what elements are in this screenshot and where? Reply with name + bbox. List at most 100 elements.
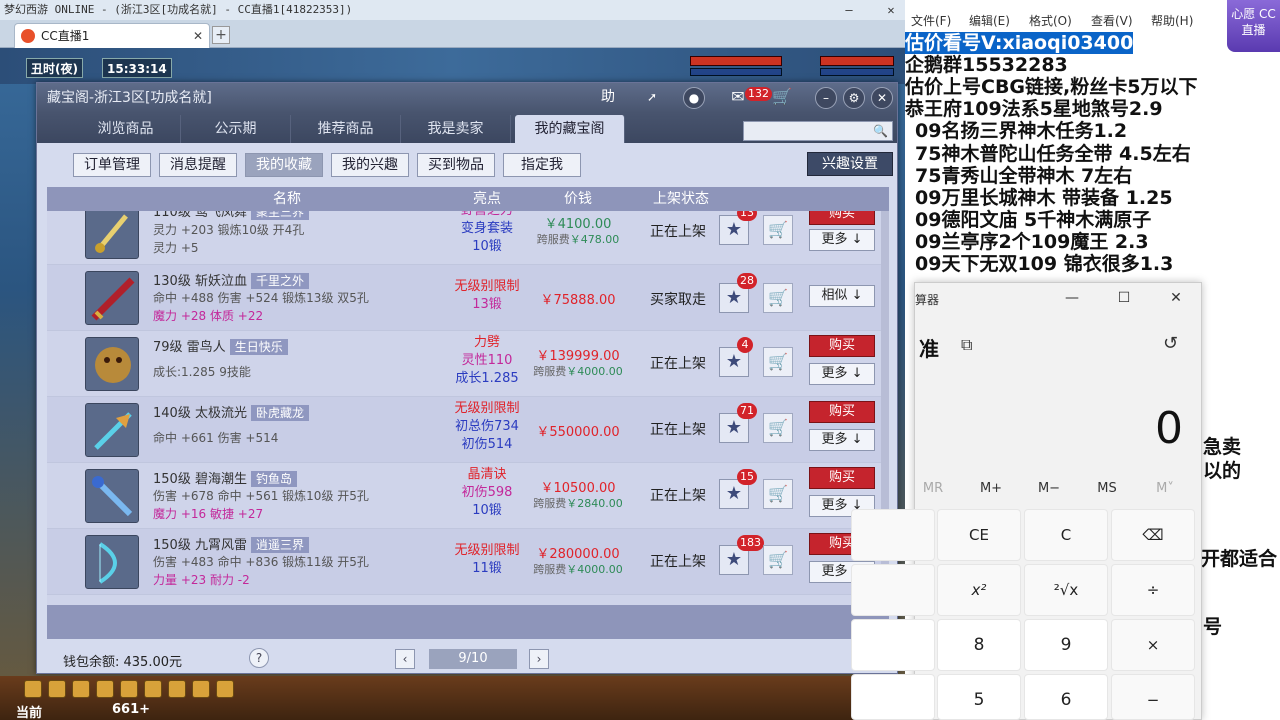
next-page-button[interactable]: ›	[529, 649, 549, 669]
digit-8-key[interactable]: 8	[937, 619, 1021, 671]
minimize-button[interactable]: —	[838, 0, 860, 20]
buy-button[interactable]: 购买	[809, 335, 875, 357]
calc-key[interactable]	[851, 509, 935, 561]
tab-recommend[interactable]: 推荐商品	[291, 115, 401, 143]
more-button[interactable]: 更多 ↓	[809, 363, 875, 385]
notepad-line[interactable]: 09天下无双109 锦衣很多1.3	[915, 253, 1173, 275]
browser-tab[interactable]: CC直播1 ✕	[14, 23, 210, 48]
new-tab-button[interactable]: +	[212, 26, 230, 44]
message-reminder-button[interactable]: 消息提醒	[159, 153, 237, 177]
notepad-line[interactable]: 恭王府109法系5星地煞号2.9	[905, 98, 1163, 120]
cart-icon[interactable]: 🛒	[771, 87, 793, 109]
channel-label[interactable]: 当前	[16, 702, 42, 720]
digit-9-key[interactable]: 9	[1024, 619, 1108, 671]
calc-key[interactable]	[851, 564, 935, 616]
calc-mode-label[interactable]: 准	[919, 333, 939, 362]
tab-close-icon[interactable]: ✕	[193, 24, 203, 48]
history-icon[interactable]: ↺	[1163, 333, 1178, 354]
prev-page-button[interactable]: ‹	[395, 649, 415, 669]
cart-icon[interactable]: 🛒	[763, 283, 793, 313]
calc-maximize-button[interactable]: ☐	[1109, 287, 1139, 309]
tab-browse[interactable]: 浏览商品	[71, 115, 181, 143]
buy-button[interactable]: 购买	[809, 401, 875, 423]
toolbar-team-icon[interactable]	[192, 680, 210, 698]
order-management-button[interactable]: 订单管理	[73, 153, 151, 177]
toolbar-menu-icon[interactable]	[216, 680, 234, 698]
help-button[interactable]: 助	[597, 87, 619, 109]
buy-button[interactable]: 购买	[809, 211, 875, 225]
subtract-key[interactable]: −	[1111, 674, 1195, 720]
minimize-icon[interactable]: –	[815, 87, 837, 109]
search-input[interactable]: 🔍	[743, 121, 893, 141]
similar-button[interactable]: 相似 ↓	[809, 285, 875, 307]
more-button[interactable]: 更多 ↓	[809, 429, 875, 451]
toolbar-friend-icon[interactable]	[120, 680, 138, 698]
designated-me-button[interactable]: 指定我	[503, 153, 581, 177]
item-thumbnail[interactable]	[85, 337, 139, 391]
search-icon[interactable]: 🔍	[873, 124, 888, 138]
toolbar-arrow-icon[interactable]	[24, 680, 42, 698]
tab-public[interactable]: 公示期	[181, 115, 291, 143]
toolbar-up-icon[interactable]	[48, 680, 66, 698]
item-thumbnail[interactable]	[85, 535, 139, 589]
item-thumbnail[interactable]	[85, 271, 139, 325]
calc-minimize-button[interactable]: —	[1057, 287, 1087, 309]
my-favorites-button[interactable]: 我的收藏	[245, 153, 323, 177]
notepad-line[interactable]: 09德阳文庙 5千神木满原子	[915, 209, 1151, 231]
buy-button[interactable]: 购买	[809, 467, 875, 489]
my-interests-button[interactable]: 我的兴趣	[331, 153, 409, 177]
help-question-button[interactable]: ?	[249, 648, 269, 668]
keep-on-top-icon[interactable]: ⧉	[961, 335, 972, 355]
menu-view[interactable]: 查看(V)	[1091, 12, 1133, 29]
square-root-key[interactable]: ²√x	[1024, 564, 1108, 616]
tab-my-pavilion[interactable]: 我的藏宝阁	[515, 115, 625, 143]
memory-list[interactable]: M˅	[1141, 481, 1189, 496]
notepad-line[interactable]: 09万里长城神木 带装备 1.25	[915, 187, 1173, 209]
item-thumbnail[interactable]	[85, 403, 139, 457]
calc-close-button[interactable]: ✕	[1161, 287, 1191, 309]
dialog-close-icon[interactable]: ✕	[871, 87, 893, 109]
memory-add[interactable]: M+	[967, 481, 1015, 496]
memory-recall[interactable]: MR	[909, 481, 957, 496]
settings-icon[interactable]: ⚙	[843, 87, 865, 109]
clear-key[interactable]: C	[1024, 509, 1108, 561]
toolbar-bag-icon[interactable]	[144, 680, 162, 698]
toolbar-chat-icon[interactable]	[168, 680, 186, 698]
calc-key[interactable]	[851, 619, 935, 671]
share-icon[interactable]: ➚	[641, 87, 663, 109]
cart-icon[interactable]: 🛒	[763, 215, 793, 245]
toolbar-move-icon[interactable]	[96, 680, 114, 698]
menu-help[interactable]: 帮助(H)	[1151, 12, 1193, 29]
toolbar-down-icon[interactable]	[72, 680, 90, 698]
menu-file[interactable]: 文件(F)	[911, 12, 951, 29]
clear-entry-key[interactable]: CE	[937, 509, 1021, 561]
backspace-key[interactable]: ⌫	[1111, 509, 1195, 561]
notepad-line[interactable]: 09兰亭序2个109魔王 2.3	[915, 231, 1149, 253]
square-key[interactable]: x²	[937, 564, 1021, 616]
notepad-line[interactable]: 09名扬三界神木任务1.2	[915, 120, 1127, 142]
divide-key[interactable]: ÷	[1111, 564, 1195, 616]
digit-6-key[interactable]: 6	[1024, 674, 1108, 720]
menu-format[interactable]: 格式(O)	[1029, 12, 1072, 29]
digit-5-key[interactable]: 5	[937, 674, 1021, 720]
interest-settings-button[interactable]: 兴趣设置	[807, 152, 893, 176]
cart-icon[interactable]: 🛒	[763, 479, 793, 509]
notepad-line[interactable]: 75青秀山全带神木 7左右	[915, 165, 1132, 187]
cart-icon[interactable]: 🛒	[763, 545, 793, 575]
menu-edit[interactable]: 编辑(E)	[969, 12, 1010, 29]
notepad-line[interactable]: 75神木普陀山任务全带 4.5左右	[915, 143, 1191, 165]
item-thumbnail[interactable]	[85, 211, 139, 259]
notepad-line[interactable]: 估价上号CBG链接,粉丝卡5万以下	[905, 76, 1197, 98]
item-thumbnail[interactable]	[85, 469, 139, 523]
bought-items-button[interactable]: 买到物品	[417, 153, 495, 177]
calc-key[interactable]	[851, 674, 935, 720]
cart-icon[interactable]: 🛒	[763, 347, 793, 377]
tab-seller[interactable]: 我是卖家	[401, 115, 511, 143]
memory-store[interactable]: MS	[1083, 481, 1131, 496]
multiply-key[interactable]: ×	[1111, 619, 1195, 671]
cart-icon[interactable]: 🛒	[763, 413, 793, 443]
record-icon[interactable]: ●	[683, 87, 705, 109]
memory-subtract[interactable]: M−	[1025, 481, 1073, 496]
close-button[interactable]: ✕	[880, 0, 902, 20]
more-button[interactable]: 更多 ↓	[809, 229, 875, 251]
